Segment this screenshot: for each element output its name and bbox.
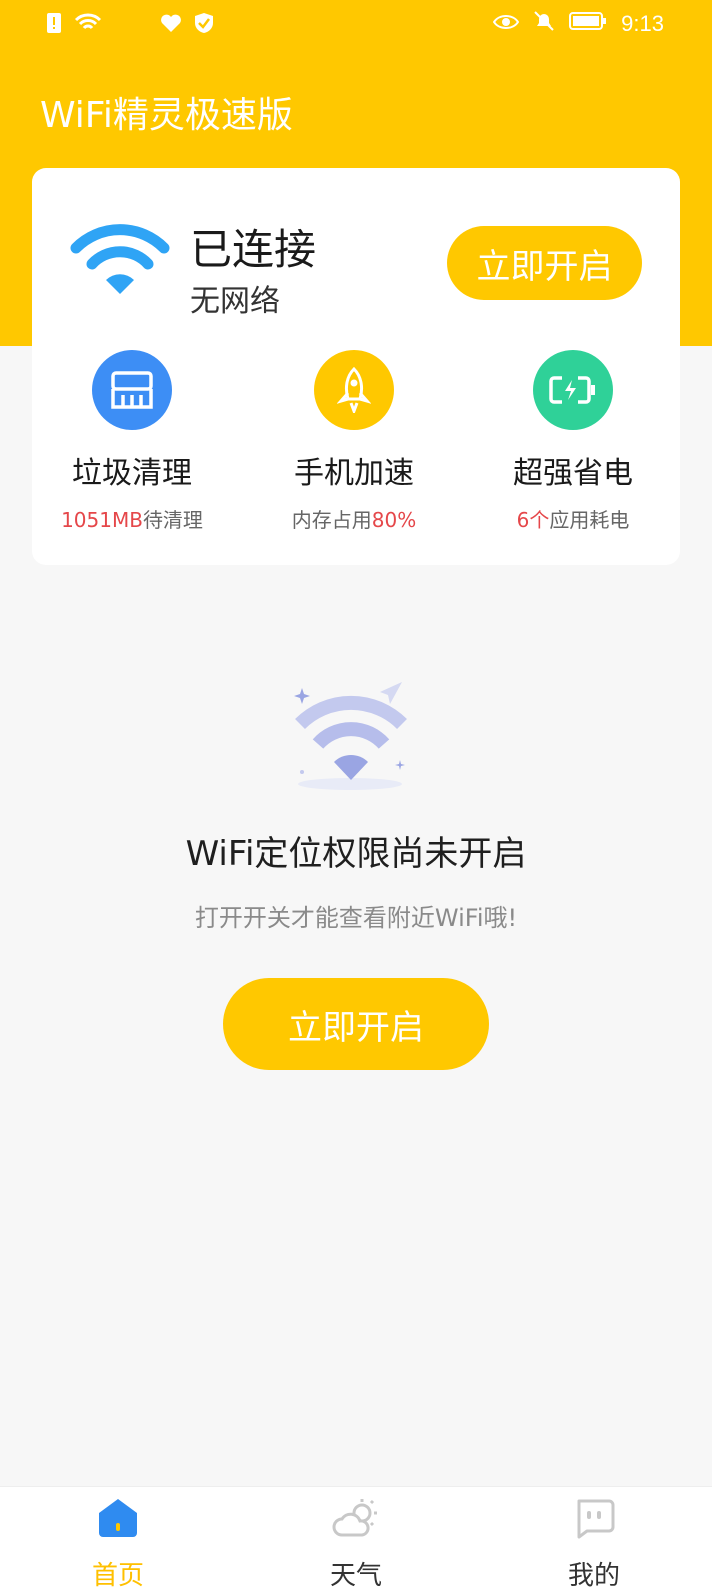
permission-title: WiFi定位权限尚未开启 [185, 834, 527, 874]
permission-subtitle: 打开开关才能查看附近WiFi哦! [194, 904, 518, 932]
sim-alert-icon [46, 12, 62, 40]
brush-icon [92, 350, 172, 430]
wifi-signal-icon [74, 12, 102, 40]
open-now-button[interactable]: 立即开启 [447, 226, 642, 300]
nav-weather[interactable]: 天气 [276, 1497, 436, 1592]
feature-phone-boost[interactable]: 手机加速 内存占用80% [254, 350, 454, 533]
feature-title: 垃圾清理 [72, 456, 192, 491]
feature-subtitle: 1051MB待清理 [61, 508, 203, 532]
wifi-connected-icon [70, 224, 170, 300]
nav-label: 首页 [91, 1561, 144, 1591]
profile-icon [573, 1499, 615, 1543]
home-icon [97, 1499, 139, 1543]
battery-icon [533, 350, 613, 430]
mute-bell-icon [533, 10, 555, 38]
weather-icon [332, 1499, 380, 1543]
enable-permission-button[interactable]: 立即开启 [223, 978, 489, 1070]
network-status: 无网络 [190, 284, 280, 319]
connection-card: 已连接 无网络 立即开启 垃圾清理 1051MB待清理 手机加速 内存占用80% [32, 168, 680, 565]
feature-subtitle: 内存占用80% [291, 508, 417, 532]
connection-status: 已连接 [190, 225, 317, 274]
feature-title: 手机加速 [294, 456, 414, 491]
shield-icon [194, 12, 214, 40]
wifi-permission-illustration [292, 680, 422, 799]
feature-subtitle: 6个应用耗电 [516, 508, 630, 532]
rocket-icon [314, 350, 394, 430]
bottom-nav: 首页 天气 我的 [0, 1486, 712, 1593]
nav-profile[interactable]: 我的 [514, 1497, 674, 1592]
nav-label: 天气 [329, 1561, 382, 1591]
status-bar: 9:13 [0, 0, 712, 52]
app-title: WiFi精灵极速版 [40, 95, 293, 136]
feature-title: 超强省电 [513, 456, 633, 491]
battery-status-icon [569, 11, 607, 37]
feature-power-save[interactable]: 超强省电 6个应用耗电 [473, 350, 673, 533]
feature-junk-clean[interactable]: 垃圾清理 1051MB待清理 [32, 350, 232, 533]
eye-icon [492, 12, 520, 37]
clock: 9:13 [621, 11, 664, 36]
heart-rate-icon [160, 13, 182, 39]
nav-home[interactable]: 首页 [38, 1497, 198, 1592]
nav-label: 我的 [567, 1561, 620, 1591]
